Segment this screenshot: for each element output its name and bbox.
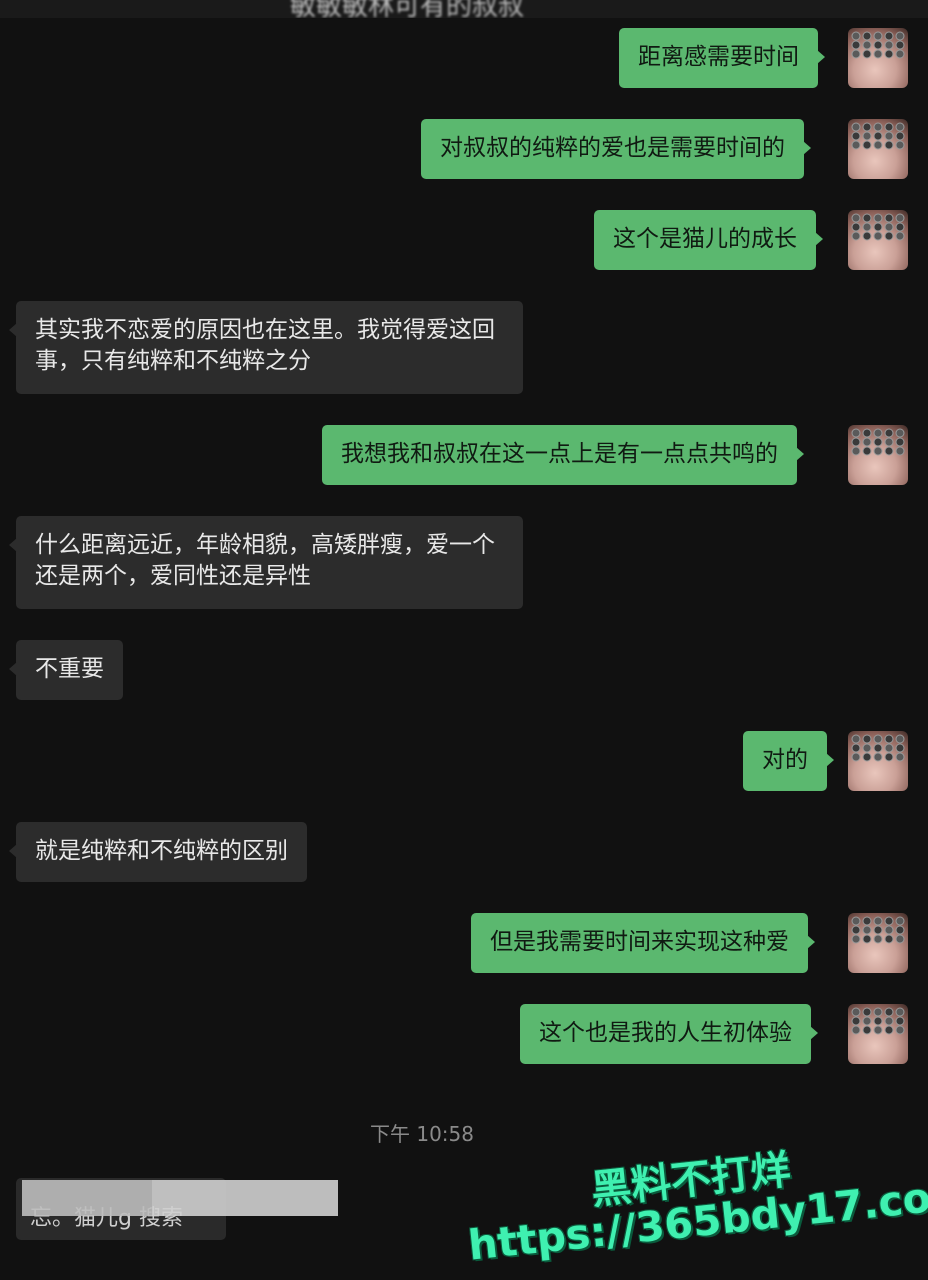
message-list: 距离感需要时间 对叔叔的纯粹的爱也是需要时间的 这个是猫儿的成长 其实我不恋爱的… xyxy=(0,0,928,1280)
message-bubble-outgoing[interactable]: 我想我和叔叔在这一点上是有一点点共鸣的 xyxy=(322,425,804,485)
message-bubble-outgoing[interactable]: 这个是猫儿的成长 xyxy=(594,210,823,270)
avatar-image xyxy=(851,734,905,762)
message-bubble-incoming[interactable]: 就是纯粹和不纯粹的区别 xyxy=(9,822,307,882)
message-bubble-incoming[interactable]: 不重要 xyxy=(9,640,123,700)
user-avatar[interactable] xyxy=(848,425,908,485)
message-bubble-outgoing[interactable]: 这个也是我的人生初体验 xyxy=(520,1004,818,1064)
avatar-image xyxy=(851,916,905,944)
message-bubble-outgoing[interactable]: 但是我需要时间来实现这种爱 xyxy=(471,913,815,973)
message-bubble-outgoing[interactable]: 对叔叔的纯粹的爱也是需要时间的 xyxy=(421,119,811,179)
avatar-image xyxy=(851,428,905,456)
user-avatar[interactable] xyxy=(848,119,908,179)
message-bubble-incoming[interactable]: 什么距离远近，年龄相貌，高矮胖瘦，爱一个还是两个，爱同性还是异性 xyxy=(9,516,523,609)
avatar-image xyxy=(851,213,905,241)
redaction-block xyxy=(22,1180,338,1216)
user-avatar[interactable] xyxy=(848,913,908,973)
message-bubble-outgoing[interactable]: 对的 xyxy=(743,731,834,791)
message-bubble-incoming[interactable]: 其实我不恋爱的原因也在这里。我觉得爱这回事，只有纯粹和不纯粹之分 xyxy=(9,301,523,394)
avatar-image xyxy=(851,1007,905,1035)
user-avatar[interactable] xyxy=(848,28,908,88)
message-bubble-outgoing[interactable]: 距离感需要时间 xyxy=(619,28,825,88)
user-avatar[interactable] xyxy=(848,210,908,270)
message-timestamp: 下午 10:58 xyxy=(370,1122,474,1146)
avatar-image xyxy=(851,122,905,150)
user-avatar[interactable] xyxy=(848,731,908,791)
avatar-image xyxy=(851,31,905,59)
user-avatar[interactable] xyxy=(848,1004,908,1064)
